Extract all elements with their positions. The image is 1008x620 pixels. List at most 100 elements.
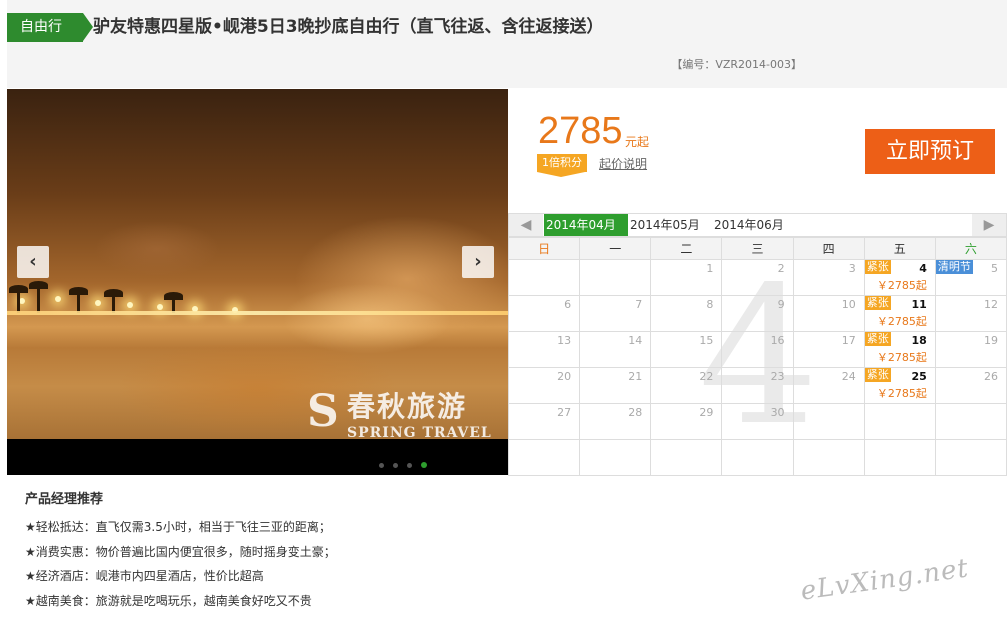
- calendar-day: 22: [650, 367, 723, 404]
- day-number: 21: [628, 370, 643, 383]
- recommend-item: ★消费实惠：物价普遍比国内便宜很多，随时摇身变土豪；: [25, 544, 336, 559]
- month-prev-icon[interactable]: ◀: [509, 214, 543, 236]
- day-number: 2: [777, 262, 785, 275]
- day-number: 30: [770, 406, 785, 419]
- carousel-next-button[interactable]: ›: [462, 246, 494, 278]
- photo-watermark: S 春秋旅游 SPRING TRAVEL: [305, 385, 492, 442]
- holiday-badge: 清明节: [935, 260, 973, 274]
- calendar-day: [721, 439, 794, 476]
- calendar-day: 8: [650, 295, 723, 332]
- month-tabs: ◀ 2014年04月 2014年05月 2014年06月 ▶: [508, 213, 1007, 237]
- weekday-header: 二: [650, 237, 723, 260]
- recommend-item: ★轻松抵达：直飞仅需3.5小时，相当于飞往三亚的距离；: [25, 520, 331, 534]
- calendar-day: 5 清明节: [934, 259, 1008, 296]
- carousel-dot[interactable]: [407, 463, 412, 468]
- tight-badge: 紧张: [864, 368, 891, 382]
- day-number: 12: [984, 298, 998, 311]
- category-tag: 自由行: [7, 13, 93, 42]
- carousel-dot[interactable]: [379, 463, 384, 468]
- month-tab[interactable]: 2014年06月: [712, 214, 796, 236]
- day-price: ￥2785起: [876, 279, 927, 292]
- calendar-day: [934, 403, 1008, 440]
- calendar-day: 6: [507, 295, 581, 332]
- day-number: 9: [777, 298, 785, 311]
- day-number: 19: [984, 334, 998, 347]
- calendar-day: 19: [934, 331, 1008, 368]
- day-number: 24: [841, 370, 856, 383]
- calendar-day: 21: [579, 367, 652, 404]
- weekday-header: 一: [579, 237, 652, 260]
- calendar-day-available[interactable]: 18 紧张 ￥2785起: [863, 331, 936, 368]
- day-number: 7: [635, 298, 643, 311]
- recommend-item: ★经济酒店：岘港市内四星酒店，性价比超高: [25, 569, 264, 583]
- points-badge: 1倍积分: [537, 154, 587, 177]
- calendar-day: [579, 439, 652, 476]
- day-number: 13: [557, 334, 572, 347]
- day-number: 15: [699, 334, 714, 347]
- weekday-header: 四: [792, 237, 865, 260]
- calendar-day: 13: [507, 331, 581, 368]
- shoreline: [7, 311, 508, 315]
- calendar-day: 26: [934, 367, 1008, 404]
- weekday-header: 五: [863, 237, 936, 260]
- calendar-day: 23: [721, 367, 794, 404]
- calendar-day: 14: [579, 331, 652, 368]
- day-number: 25: [911, 370, 927, 383]
- day-price: ￥2785起: [876, 387, 927, 400]
- calendar-day: 30: [721, 403, 794, 440]
- calendar-day: [579, 259, 652, 296]
- calendar-day: 20: [507, 367, 581, 404]
- carousel-dot[interactable]: [393, 463, 398, 468]
- calendar-day: 17: [792, 331, 865, 368]
- calendar-day: 15: [650, 331, 723, 368]
- tight-badge: 紧张: [864, 296, 891, 310]
- day-number: 17: [841, 334, 856, 347]
- day-number: 3: [848, 262, 856, 275]
- calendar-day: 16: [721, 331, 794, 368]
- calendar-day: 24: [792, 367, 865, 404]
- day-number: 8: [706, 298, 714, 311]
- day-number: 16: [770, 334, 785, 347]
- calendar-day: [507, 259, 581, 296]
- recommend-item: ★越南美食：旅游就是吃喝玩乐，越南美食好吃又不贵: [25, 593, 312, 608]
- book-now-button[interactable]: 立即预订: [865, 129, 995, 174]
- calendar-day-available[interactable]: 4 紧张 ￥2785起: [863, 259, 936, 296]
- day-number: 26: [984, 370, 998, 383]
- day-number: 5: [991, 262, 998, 275]
- day-number: 27: [557, 406, 572, 419]
- day-number: 28: [628, 406, 643, 419]
- price-panel: 2785 元起 1倍积分 起价说明 立即预订: [508, 89, 1007, 213]
- image-carousel: S 春秋旅游 SPRING TRAVEL ‹ ›: [7, 89, 508, 475]
- product-page: 自由行 驴友特惠四星版•岘港5日3晚抄底自由行（直飞往返、含往返接送） 【编号：…: [0, 0, 1008, 620]
- day-number: 10: [841, 298, 856, 311]
- calendar-day: 27: [507, 403, 581, 440]
- calendar-day: 9: [721, 295, 794, 332]
- carousel-prev-button[interactable]: ‹: [17, 246, 49, 278]
- day-number: 1: [706, 262, 714, 275]
- calendar-day: 3: [792, 259, 865, 296]
- calendar-day-available[interactable]: 25 紧张 ￥2785起: [863, 367, 936, 404]
- product-header: 自由行 驴友特惠四星版•岘港5日3晚抄底自由行（直飞往返、含往返接送） 【编号：…: [7, 0, 1007, 88]
- price-explanation-link[interactable]: 起价说明: [599, 155, 647, 172]
- calendar-day: [507, 439, 581, 476]
- calendar-day: 28: [579, 403, 652, 440]
- calendar-day: 1: [650, 259, 723, 296]
- day-number: 18: [911, 334, 927, 347]
- calendar-day: 10: [792, 295, 865, 332]
- calendar-day: 12: [934, 295, 1008, 332]
- day-number: 22: [699, 370, 714, 383]
- tight-badge: 紧张: [864, 260, 891, 274]
- product-title: 驴友特惠四星版•岘港5日3晚抄底自由行（直飞往返、含往返接送）: [93, 17, 604, 37]
- product-code: 【编号：VZR2014-003】: [671, 58, 802, 71]
- calendar-day-available[interactable]: 11 紧张 ￥2785起: [863, 295, 936, 332]
- day-number: 20: [557, 370, 572, 383]
- month-tab[interactable]: 2014年05月: [628, 214, 712, 236]
- day-number: 14: [628, 334, 643, 347]
- carousel-dots: [379, 453, 436, 468]
- carousel-dot-active[interactable]: [421, 462, 427, 468]
- calendar-table: 日一二三四五六 1 2 3 4 紧张 ￥2785起 5 清明节 6 7 8 9 10 11 紧张 ￥2785起…: [507, 237, 1008, 476]
- site-watermark: eLvXing.net: [798, 553, 971, 607]
- calendar-day: 2: [721, 259, 794, 296]
- month-next-icon[interactable]: ▶: [972, 214, 1006, 236]
- month-tab[interactable]: 2014年04月: [544, 214, 628, 236]
